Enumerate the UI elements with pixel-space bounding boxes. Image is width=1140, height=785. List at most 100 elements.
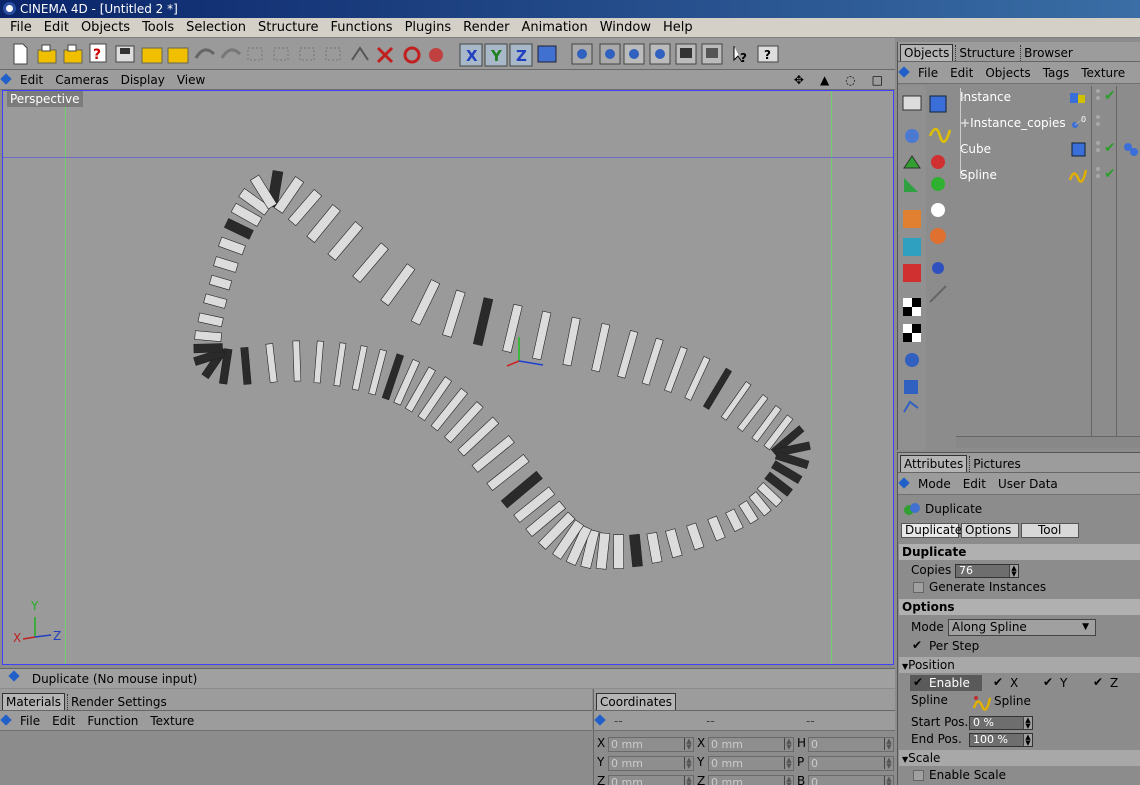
menu-structure[interactable]: Structure [252, 20, 324, 35]
copies-stepper[interactable]: ▲ ▼ [1009, 565, 1018, 578]
material-grid-icon[interactable] [903, 264, 921, 282]
coord-size-field[interactable]: 0 mm ▲ ▼ [708, 756, 794, 771]
tab-objects[interactable]: Objects [900, 44, 954, 61]
tab-browser[interactable]: Browser [1020, 45, 1076, 61]
coord-rotation-field-stepper[interactable]: ▲ ▼ [884, 776, 893, 785]
viewport-menu-cameras[interactable]: Cameras [49, 73, 114, 87]
subtab-tool[interactable]: Tool [1021, 523, 1079, 538]
texture-grid-icon[interactable] [903, 238, 921, 256]
select-lasso-icon[interactable] [325, 47, 341, 61]
attributes-menu-edit[interactable]: Edit [957, 477, 992, 491]
save-icon[interactable] [115, 45, 135, 63]
coord-size-field[interactable]: 0 mm ▲ ▼ [708, 775, 794, 785]
menu-file[interactable]: File [4, 20, 38, 35]
objects-menu-texture[interactable]: Texture [1075, 66, 1131, 80]
start-pos-stepper[interactable]: ▲ ▼ [1023, 717, 1032, 730]
tab-materials[interactable]: Materials [2, 693, 66, 710]
materials-menu-edit[interactable]: Edit [46, 714, 81, 728]
pin-icon[interactable] [898, 67, 912, 79]
coord-rotation-field-stepper[interactable]: ▲ ▼ [884, 757, 893, 770]
coord-rotation-field[interactable]: 0 ▲ ▼ [808, 775, 894, 785]
new-document-icon[interactable] [13, 43, 28, 65]
checker-2-icon[interactable] [903, 324, 921, 342]
checker-icon[interactable] [903, 298, 921, 316]
help-icon[interactable]: ? [89, 43, 107, 63]
polygon-grid-icon[interactable] [903, 210, 921, 228]
mode-dropdown[interactable]: Along Spline ▼ [948, 619, 1096, 636]
render-picture-viewer-icon[interactable] [623, 43, 645, 65]
enable-x-checkmark-icon[interactable]: ✔ [993, 675, 1003, 689]
render-region-icon[interactable] [599, 43, 621, 65]
move-tool-icon[interactable] [351, 46, 369, 61]
enabled-checkmark-icon[interactable]: ✔ [1104, 88, 1116, 104]
open-folder-icon[interactable] [37, 44, 57, 64]
folder-yellow-2-icon[interactable] [167, 47, 189, 64]
nurbs-icon[interactable] [905, 129, 919, 143]
coord-size-field[interactable]: 0 mm ▲ ▼ [708, 737, 794, 752]
scale-tool-icon[interactable] [376, 46, 394, 64]
tab-pictures[interactable]: Pictures [969, 456, 1024, 472]
per-step-checkmark-icon[interactable]: ✔ [912, 638, 922, 652]
tab-render-settings[interactable]: Render Settings [67, 694, 170, 710]
pin-icon[interactable] [594, 715, 608, 727]
visibility-dots[interactable] [1096, 141, 1100, 152]
menu-objects[interactable]: Objects [75, 20, 136, 35]
start-pos-field[interactable]: 0 % ▲ ▼ [969, 716, 1033, 730]
target-icon[interactable] [904, 380, 918, 394]
rotate-tool-icon[interactable] [403, 46, 421, 64]
object-name[interactable]: Instance [960, 90, 1011, 104]
tab-coordinates[interactable]: Coordinates [596, 693, 677, 710]
coord-position-field-stepper[interactable]: ▲ ▼ [684, 776, 693, 785]
context-help-icon[interactable]: ? [757, 45, 779, 63]
render-queue-icon[interactable] [675, 43, 697, 65]
menu-functions[interactable]: Functions [325, 20, 399, 35]
pin-icon[interactable] [0, 715, 14, 727]
coord-rotation-field[interactable]: 0 ▲ ▼ [808, 737, 894, 752]
subtab-duplicate[interactable]: Duplicate [901, 523, 962, 538]
end-pos-field[interactable]: 100 % ▲ ▼ [969, 733, 1033, 747]
objects-menu-objects[interactable]: Objects [979, 66, 1036, 80]
visibility-dots[interactable] [1096, 89, 1100, 100]
enable-checkmark-icon[interactable]: ✔ [913, 675, 923, 689]
redo-icon[interactable] [220, 48, 242, 59]
select-live-icon[interactable] [273, 47, 289, 61]
perspective-viewport[interactable]: Perspective Y X Z [2, 90, 894, 665]
coord-position-field[interactable]: 0 mm ▲ ▼ [608, 775, 694, 785]
array-icon[interactable] [931, 177, 945, 191]
viewport-menu-display[interactable]: Display [115, 73, 171, 87]
objects-menu-tags[interactable]: Tags [1037, 66, 1076, 80]
section-scale[interactable]: ▼Scale [899, 750, 1140, 766]
materials-menu-function[interactable]: Function [81, 714, 144, 728]
object-name[interactable]: Instance_copies [970, 116, 1066, 130]
undo-icon[interactable] [194, 48, 216, 59]
coord-rotation-field-stepper[interactable]: ▲ ▼ [884, 738, 893, 751]
menu-tools[interactable]: Tools [136, 20, 180, 35]
menu-animation[interactable]: Animation [515, 20, 593, 35]
visibility-dots[interactable] [1096, 167, 1100, 178]
bones-icon[interactable] [932, 262, 944, 274]
x-axis-lock-icon[interactable]: X [459, 43, 483, 67]
enable-z-checkmark-icon[interactable]: ✔ [1093, 675, 1103, 689]
coord-rotation-field[interactable]: 0 ▲ ▼ [808, 756, 894, 771]
maximize-view-icon[interactable]: □ [866, 73, 889, 87]
menu-plugins[interactable]: Plugins [399, 20, 458, 35]
objects-menu-edit[interactable]: Edit [944, 66, 979, 80]
copies-field[interactable]: 76 ▲ ▼ [955, 564, 1019, 578]
subtab-options[interactable]: Options [961, 523, 1019, 538]
render-batch-icon[interactable] [701, 43, 723, 65]
end-pos-stepper[interactable]: ▲ ▼ [1023, 734, 1032, 747]
section-position[interactable]: ▼Position [899, 657, 1140, 673]
menu-edit[interactable]: Edit [38, 20, 75, 35]
visibility-dots[interactable] [1096, 115, 1100, 126]
open-folder-2-icon[interactable] [63, 44, 83, 64]
sketch-icon[interactable] [929, 285, 947, 303]
pointer-help-icon[interactable]: ? [733, 46, 747, 65]
coord-position-field[interactable]: 0 mm ▲ ▼ [608, 756, 694, 771]
folder-yellow-icon[interactable] [141, 47, 163, 64]
enabled-checkmark-icon[interactable]: ✔ [1104, 166, 1116, 182]
z-axis-lock-icon[interactable]: Z [509, 43, 533, 67]
coord-position-field[interactable]: 0 mm ▲ ▼ [608, 737, 694, 752]
coord-size-field-stepper[interactable]: ▲ ▼ [784, 757, 793, 770]
object-row[interactable]: Instance [960, 87, 1011, 107]
particle-icon[interactable] [931, 155, 945, 169]
